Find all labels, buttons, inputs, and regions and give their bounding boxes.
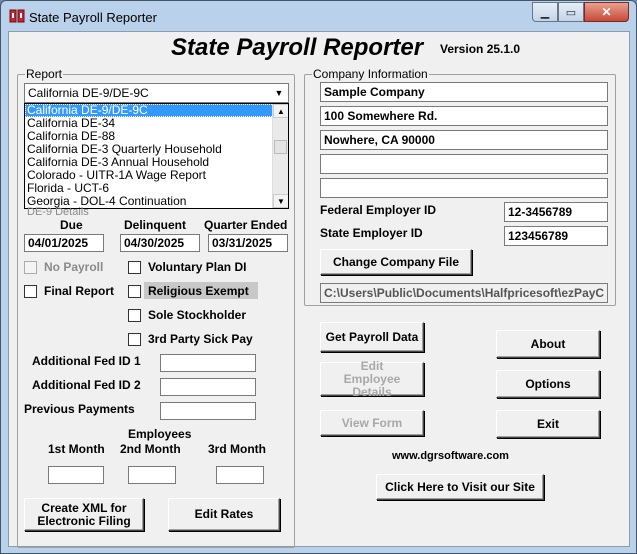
website-label: www.dgrsoftware.com	[392, 450, 509, 462]
additional-fed-id-1-input[interactable]	[160, 354, 256, 372]
month-3-employees-input[interactable]	[216, 466, 264, 484]
minimize-button[interactable]: ▁	[532, 2, 558, 22]
company-name-input[interactable]: Sample Company	[320, 82, 608, 102]
federal-employer-id-input[interactable]: 12-3456789	[504, 202, 608, 222]
additional-fed-id-2-label: Additional Fed ID 2	[32, 378, 141, 392]
app-window: State Payroll Reporter ▁ ▭ ✕ State Payro…	[0, 0, 637, 554]
title-bar[interactable]: State Payroll Reporter ▁ ▭ ✕	[1, 1, 636, 31]
voluntary-plan-label: Voluntary Plan DI	[148, 260, 247, 274]
company-address2-input[interactable]: Nowhere, CA 90000	[320, 130, 608, 150]
previous-payments-input[interactable]	[160, 402, 256, 420]
scroll-thumb[interactable]	[274, 140, 287, 154]
delinquent-label: Delinquent	[124, 218, 186, 232]
report-group-label: Report	[25, 67, 64, 81]
app-logo-icon	[9, 9, 25, 23]
visit-site-button[interactable]: Click Here to Visit our Site	[376, 474, 544, 500]
delinquent-date-input[interactable]: 04/30/2025	[120, 234, 200, 252]
quarter-ended-input[interactable]: 03/31/2025	[208, 234, 288, 252]
due-date-input[interactable]: 04/01/2025	[24, 234, 104, 252]
options-button[interactable]: Options	[496, 370, 600, 398]
details-group-label: DE-9 Details	[27, 206, 89, 218]
voluntary-plan-checkbox[interactable]	[128, 261, 141, 274]
report-combobox-value: California DE-9/DE-9C	[28, 86, 149, 100]
minimize-icon: ▁	[540, 6, 550, 19]
edit-rates-button[interactable]: Edit Rates	[168, 498, 280, 531]
religious-exempt-checkbox[interactable]	[128, 285, 141, 298]
maximize-button[interactable]: ▭	[558, 2, 584, 22]
month-1-label: 1st Month	[48, 442, 105, 456]
close-icon: ✕	[601, 5, 612, 19]
employees-label: Employees	[128, 427, 192, 441]
company-address3-input[interactable]	[320, 154, 608, 174]
edit-employee-details-button[interactable]: Edit Employee Details	[320, 359, 424, 398]
state-employer-id-label: State Employer ID	[320, 226, 423, 240]
final-report-label: Final Report	[44, 284, 115, 298]
chevron-down-icon[interactable]: ▼	[272, 85, 286, 101]
third-party-sick-pay-checkbox[interactable]	[128, 333, 141, 346]
no-payroll-checkbox[interactable]	[24, 261, 37, 274]
dropdown-scrollbar[interactable]: ▲ ▼	[272, 104, 288, 208]
month-2-label: 2nd Month	[120, 442, 181, 456]
window-title: State Payroll Reporter	[29, 10, 157, 25]
version-label: Version 25.1.0	[440, 42, 521, 56]
maximize-icon: ▭	[565, 6, 577, 19]
sole-stockholder-label: Sole Stockholder	[148, 308, 247, 322]
view-form-button[interactable]: View Form	[320, 410, 424, 436]
report-dropdown-list[interactable]: California DE-9/DE-9C California DE-34 C…	[24, 103, 289, 209]
create-xml-button[interactable]: Create XML for Electronic Filing	[24, 498, 144, 531]
third-party-sick-pay-label: 3rd Party Sick Pay	[148, 332, 253, 346]
month-2-employees-input[interactable]	[128, 466, 176, 484]
religious-exempt-label: Religious Exempt	[148, 284, 249, 298]
exit-button[interactable]: Exit	[496, 410, 600, 438]
company-file-path: C:\Users\Public\Documents\Halfpricesoft\…	[320, 283, 608, 303]
close-button[interactable]: ✕	[584, 2, 629, 22]
federal-employer-id-label: Federal Employer ID	[320, 203, 437, 217]
previous-payments-label: Previous Payments	[24, 402, 135, 416]
get-payroll-data-button[interactable]: Get Payroll Data	[320, 322, 424, 352]
about-button[interactable]: About	[496, 330, 600, 358]
company-address1-input[interactable]: 100 Somewhere Rd.	[320, 106, 608, 126]
company-address4-input[interactable]	[320, 178, 608, 198]
scroll-down-icon[interactable]: ▼	[273, 194, 288, 208]
sole-stockholder-checkbox[interactable]	[128, 309, 141, 322]
due-label: Due	[60, 218, 83, 232]
scroll-up-icon[interactable]: ▲	[273, 104, 288, 118]
change-company-file-button[interactable]: Change Company File	[320, 249, 472, 275]
month-3-label: 3rd Month	[208, 442, 266, 456]
company-group-label: Company Information	[312, 67, 429, 81]
final-report-checkbox[interactable]	[24, 285, 37, 298]
report-combobox[interactable]: California DE-9/DE-9C ▼	[24, 83, 289, 103]
month-1-employees-input[interactable]	[48, 466, 104, 484]
no-payroll-label: No Payroll	[44, 260, 104, 274]
quarter-ended-label: Quarter Ended	[204, 218, 288, 232]
additional-fed-id-2-input[interactable]	[160, 378, 256, 396]
app-title: State Payroll Reporter	[171, 34, 424, 61]
state-employer-id-input[interactable]: 123456789	[504, 226, 608, 246]
client-area: State Payroll Reporter Version 25.1.0 Re…	[8, 31, 630, 548]
additional-fed-id-1-label: Additional Fed ID 1	[32, 354, 141, 368]
